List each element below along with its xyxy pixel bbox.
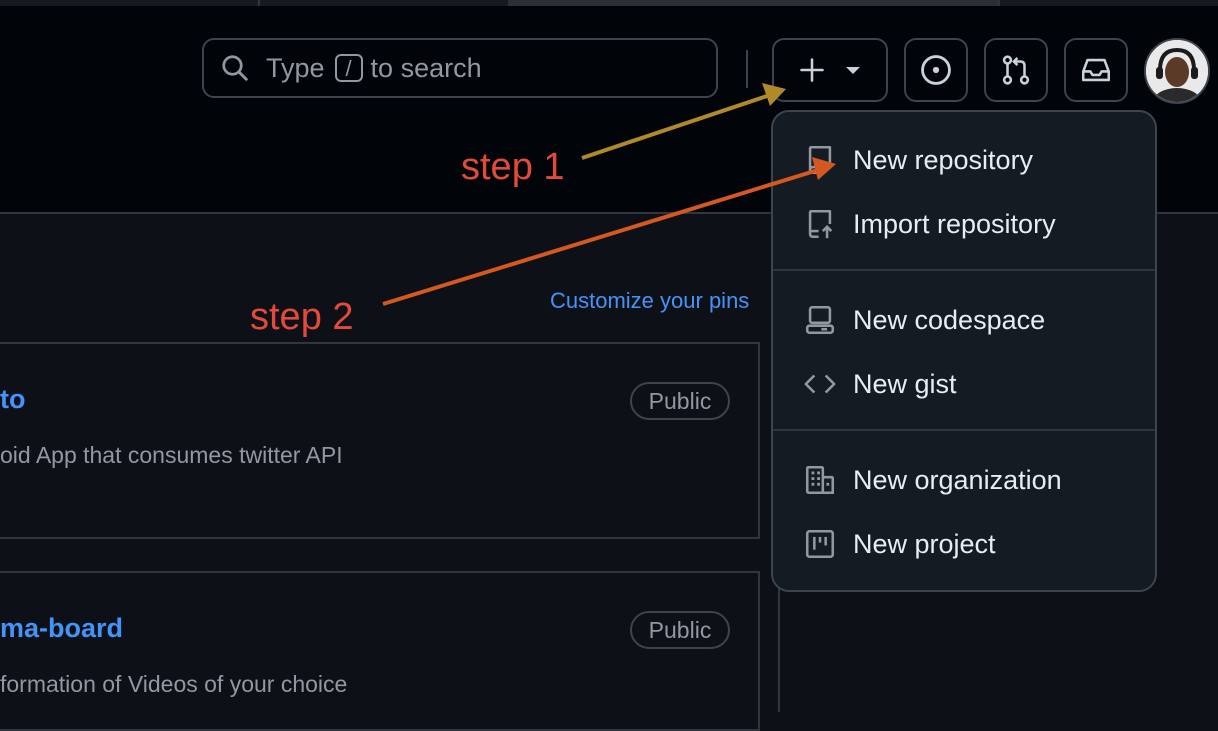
customize-pins-link[interactable]: Customize your pins — [550, 288, 749, 314]
menu-item-import-repository[interactable]: Import repository — [773, 194, 1155, 254]
header-divider — [746, 50, 748, 88]
visibility-badge: Public — [630, 382, 730, 420]
annotation-step-1: step 1 — [461, 146, 565, 188]
search-shortcut-key: / — [334, 54, 363, 82]
repo-name-link[interactable]: ma-board — [0, 613, 123, 644]
inbox-icon — [1081, 58, 1111, 82]
git-pull-request-icon — [1002, 55, 1030, 85]
browser-tab-strip — [0, 0, 1218, 6]
create-new-dropdown-menu: New repository Import repository New cod… — [771, 110, 1157, 592]
menu-item-label: New organization — [853, 464, 1062, 495]
menu-item-label: New repository — [853, 144, 1034, 175]
repo-description: oid App that consumes twitter API — [0, 442, 343, 468]
codespaces-icon — [805, 305, 835, 335]
annotation-step-2: step 2 — [250, 296, 354, 338]
user-avatar[interactable] — [1144, 38, 1210, 104]
pull-requests-button[interactable] — [984, 38, 1048, 102]
inbox-button[interactable] — [1064, 38, 1128, 102]
organization-icon — [805, 465, 835, 495]
issues-button[interactable] — [904, 38, 968, 102]
menu-item-label: New gist — [853, 368, 957, 399]
project-icon — [805, 529, 835, 559]
repo-description: formation of Videos of your choice — [0, 671, 348, 697]
search-placeholder-suffix: to search — [370, 52, 482, 83]
code-icon — [804, 374, 836, 394]
menu-item-label: New codespace — [853, 304, 1046, 335]
caret-down-icon — [846, 67, 860, 74]
search-input[interactable]: Type / to search — [202, 38, 718, 98]
search-placeholder-prefix: Type — [266, 52, 325, 83]
menu-item-new-project[interactable]: New project — [773, 514, 1155, 574]
pinned-repo-card: to Public oid App that consumes twitter … — [0, 342, 760, 539]
issue-opened-icon — [921, 55, 951, 85]
menu-divider — [773, 429, 1155, 431]
visibility-badge: Public — [630, 611, 730, 649]
menu-item-new-repository[interactable]: New repository — [773, 130, 1155, 190]
menu-item-new-codespace[interactable]: New codespace — [773, 290, 1155, 350]
menu-item-new-gist[interactable]: New gist — [773, 354, 1155, 414]
menu-item-label: New project — [853, 528, 996, 559]
menu-divider — [773, 269, 1155, 271]
repo-name-link[interactable]: to — [0, 384, 25, 415]
pinned-repo-card: ma-board Public formation of Videos of y… — [0, 571, 760, 731]
menu-item-new-organization[interactable]: New organization — [773, 450, 1155, 510]
create-new-button[interactable] — [772, 38, 888, 102]
avatar-image — [1146, 40, 1208, 102]
plus-icon — [800, 58, 824, 82]
menu-item-label: Import repository — [853, 208, 1056, 239]
repo-push-icon — [808, 209, 833, 239]
repo-icon — [808, 145, 832, 175]
search-icon — [222, 55, 248, 81]
